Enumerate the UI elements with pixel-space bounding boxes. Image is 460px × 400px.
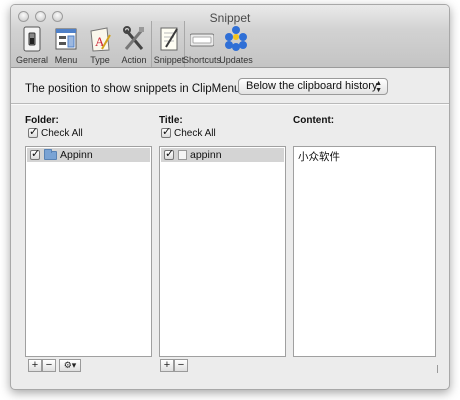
title-check-all-label: Check All xyxy=(174,128,216,139)
folder-list[interactable]: ✓ Appinn xyxy=(25,146,152,357)
toolbar-updates[interactable]: Updates xyxy=(219,21,253,67)
folder-icon xyxy=(44,149,57,160)
add-folder-button[interactable]: + xyxy=(28,359,42,372)
folder-check-all-label: Check All xyxy=(41,128,83,139)
title-check-all-checkbox[interactable]: ✓ xyxy=(161,126,172,138)
popup-arrows-icon: ▲ ▼ xyxy=(375,80,382,94)
snippet-preferences-window: Snippet General Menu A Type Action Snipp… xyxy=(10,4,450,390)
remove-snippet-button[interactable]: − xyxy=(174,359,188,372)
folder-item-name: Appinn xyxy=(60,149,93,161)
checkmark-icon: ✓ xyxy=(165,148,175,160)
title-bar: Snippet General Menu A Type Action Snipp… xyxy=(11,5,449,68)
menu-icon xyxy=(55,28,77,50)
folder-check-all-checkbox[interactable]: ✓ xyxy=(28,126,39,138)
updates-dots-icon xyxy=(225,26,247,51)
general-switch-icon xyxy=(23,26,41,52)
separator xyxy=(11,103,449,105)
position-popup[interactable]: Below the clipboard history ▲ ▼ xyxy=(238,78,388,95)
snippet-doc-icon xyxy=(178,150,187,160)
position-popup-value: Below the clipboard history xyxy=(246,80,378,92)
title-check-all[interactable]: ✓ Check All xyxy=(161,126,216,139)
title-item-name: appinn xyxy=(190,149,222,161)
title-list[interactable]: ✓ appinn xyxy=(159,146,286,357)
content-header: Content: xyxy=(293,115,335,126)
content-text: 小众软件 xyxy=(298,151,340,163)
list-item[interactable]: ✓ appinn xyxy=(161,148,284,162)
title-item-checkbox[interactable]: ✓ xyxy=(164,148,175,160)
keyboard-icon xyxy=(190,33,214,47)
resize-grip[interactable] xyxy=(437,365,438,373)
folder-action-menu-button[interactable]: ⚙▾ xyxy=(59,359,81,372)
checkmark-icon: ✓ xyxy=(31,148,41,160)
content-textarea[interactable]: 小众软件 xyxy=(293,146,436,357)
checkmark-icon: ✓ xyxy=(29,126,39,138)
remove-folder-button[interactable]: − xyxy=(42,359,56,372)
list-item[interactable]: ✓ Appinn xyxy=(27,148,150,162)
position-setting-label: The position to show snippets in ClipMen… xyxy=(25,83,244,95)
snippet-pen-icon xyxy=(160,27,178,51)
action-tools-icon xyxy=(123,26,144,50)
checkmark-icon: ✓ xyxy=(162,126,172,138)
add-snippet-button[interactable]: + xyxy=(160,359,174,372)
toolbar-updates-label: Updates xyxy=(219,55,253,65)
folder-item-checkbox[interactable]: ✓ xyxy=(30,148,41,160)
type-icon: A xyxy=(90,27,111,52)
folder-check-all[interactable]: ✓ Check All xyxy=(28,126,83,139)
